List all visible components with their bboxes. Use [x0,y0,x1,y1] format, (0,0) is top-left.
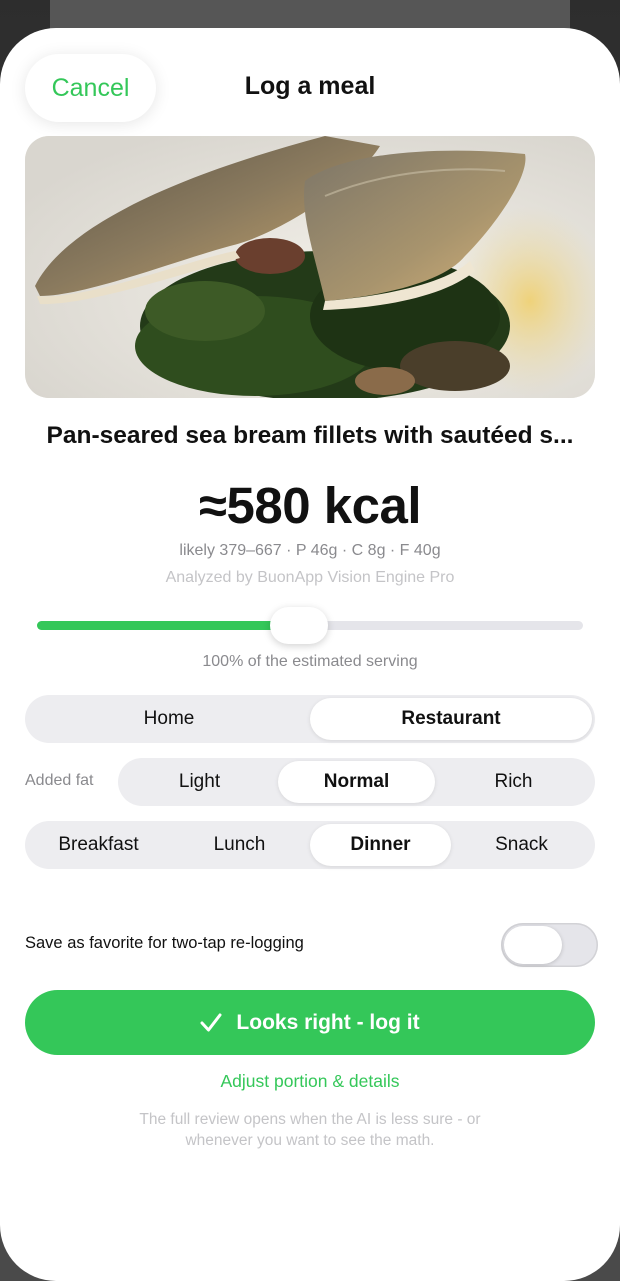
toggle-knob [504,926,562,964]
added-fat-label: Added fat [25,772,94,789]
checkmark-icon [200,1012,222,1034]
analysis-source: Analyzed by BuonApp Vision Engine Pro [165,569,455,586]
slider-fill [37,621,299,630]
footnote-line-1: The full review opens when the AI is les… [139,1111,481,1128]
segment-snack[interactable]: Snack [451,824,592,866]
slider-thumb[interactable] [270,607,328,644]
added-fat-segmented-control: Light Normal Rich [118,758,595,806]
favorite-label: Save as favorite for two-tap re-logging [25,934,304,952]
segment-dinner[interactable]: Dinner [310,824,451,866]
serving-percent-label: 100% of the estimated serving [202,653,418,670]
macro-summary: likely 379–667 · P 46g · C 8g · F 40g [179,542,441,559]
segment-normal[interactable]: Normal [278,761,435,803]
footnote-line-2: whenever you want to see the math. [185,1132,435,1149]
favorite-toggle[interactable] [501,923,598,967]
segment-home[interactable]: Home [28,698,310,740]
meal-photo [25,136,595,398]
segment-lunch[interactable]: Lunch [169,824,310,866]
place-segmented-control: Home Restaurant [25,695,595,743]
review-footnote: The full review opens when the AI is les… [80,1109,540,1151]
segment-breakfast[interactable]: Breakfast [28,824,169,866]
meal-photo-image [25,136,595,398]
segment-light[interactable]: Light [121,761,278,803]
log-it-label: Looks right - log it [236,1010,420,1034]
sheet-header: Cancel Log a meal [0,28,620,148]
log-meal-sheet: Cancel Log a meal Pan-seared sea bream f… [0,28,620,1281]
page-title: Log a meal [244,72,376,100]
segment-rich[interactable]: Rich [435,761,592,803]
meal-name: Pan-seared sea bream fillets with sautée… [46,422,574,449]
serving-slider[interactable] [37,605,583,645]
meal-type-segmented-control: Breakfast Lunch Dinner Snack [25,821,595,869]
calorie-estimate: ≈580 kcal [198,477,422,534]
log-it-button[interactable]: Looks right - log it [25,990,595,1055]
segment-restaurant[interactable]: Restaurant [310,698,592,740]
adjust-portion-link[interactable]: Adjust portion & details [0,1071,620,1092]
